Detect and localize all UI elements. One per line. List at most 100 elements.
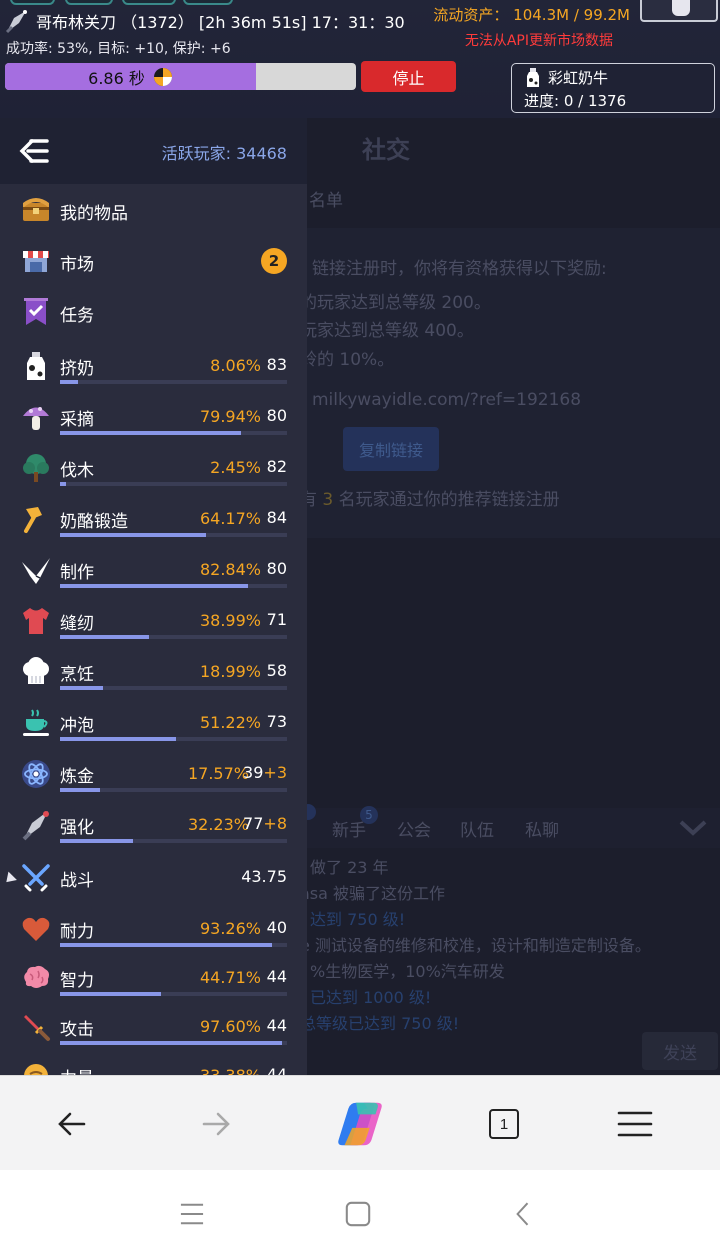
- liquid-assets: 流动资产： 104.3M / 99.2M: [433, 6, 630, 24]
- skill-level: 80: [266, 406, 287, 425]
- skill-brewing[interactable]: 冲泡 51.22% 73: [0, 701, 307, 752]
- chat-line: 达到 750 级!: [310, 910, 406, 929]
- send-button[interactable]: 发送: [642, 1032, 718, 1070]
- tree-icon: [23, 454, 49, 482]
- notification-badge: 2: [261, 248, 287, 274]
- menu-icon: [617, 1111, 653, 1137]
- current-task-panel[interactable]: 彩虹奶牛 进度: 0 / 1376: [511, 63, 715, 113]
- chevron-down-icon[interactable]: [678, 818, 708, 838]
- skill-label: 缝纫: [60, 614, 94, 634]
- skill-stamina[interactable]: 耐力 93.26% 40: [0, 907, 307, 958]
- back-arrow-icon: [58, 1112, 86, 1136]
- chat-line: 已达到 1000 级!: [310, 988, 432, 1007]
- teacup-icon: [23, 709, 49, 736]
- skill-label: 强化: [60, 818, 94, 838]
- skill-level: 58: [266, 661, 287, 680]
- skill-label: 奶酪锻造: [60, 512, 128, 532]
- skill-level: 40: [266, 918, 287, 937]
- expand-triangle-icon[interactable]: [2, 871, 17, 887]
- copy-link-button[interactable]: 复制链接: [343, 427, 439, 471]
- navigation-sidebar: 活跃玩家: 34468 我的物品 市场 2 任务 挤奶 8.06% 83 采摘 …: [0, 118, 307, 1075]
- skill-foraging[interactable]: 采摘 79.94% 80: [0, 395, 307, 446]
- api-warning: 无法从API更新市场数据: [464, 33, 613, 49]
- tab-list-partial: 名单: [309, 191, 343, 211]
- sidebar-item-label: 我的物品: [60, 204, 128, 224]
- skill-combat-group[interactable]: 战斗 43.75: [0, 856, 307, 907]
- chat-tab-party[interactable]: 队伍: [460, 816, 494, 841]
- enhance-sword-icon: [5, 10, 27, 34]
- stop-button[interactable]: 停止: [361, 61, 456, 92]
- skill-tailoring[interactable]: 缝纫 38.99% 71: [0, 599, 307, 650]
- skill-label: 冲泡: [60, 716, 94, 736]
- skill-xp-bar: [60, 839, 287, 843]
- sidebar-item-label: 市场: [60, 255, 94, 275]
- paper-crane-icon: [22, 558, 50, 584]
- chat-tab-guild[interactable]: 公会: [397, 816, 431, 841]
- skill-level: 71: [266, 610, 287, 629]
- recents-icon: [180, 1203, 204, 1225]
- skill-cooking[interactable]: 烹饪 18.99% 58: [0, 650, 307, 701]
- sidebar-item-inventory[interactable]: 我的物品: [0, 186, 307, 236]
- skill-xp-bar: [60, 533, 287, 537]
- skill-alchemy[interactable]: 炼金 17.57% 39+3: [0, 752, 307, 803]
- chat-tab-badge: 5: [360, 806, 378, 824]
- skill-crafting[interactable]: 制作 82.84% 80: [0, 548, 307, 599]
- skill-xp-bar: [60, 737, 287, 741]
- skill-level: 82: [266, 457, 287, 476]
- forward-button[interactable]: [192, 1100, 240, 1148]
- sidebar-item-label: 任务: [60, 306, 94, 326]
- chat-tab-whisper[interactable]: 私聊: [525, 816, 559, 841]
- skill-xp-percent: 32.23%: [187, 815, 249, 834]
- back-nav-button[interactable]: [503, 1196, 543, 1232]
- avatar[interactable]: [640, 0, 718, 22]
- skill-level: 39+3: [243, 763, 287, 782]
- sidebar-item-tasks[interactable]: 任务: [0, 288, 307, 338]
- timer-icon: [153, 67, 172, 86]
- skill-woodcutting[interactable]: 伐木 2.45% 82: [0, 446, 307, 497]
- skill-level: 80: [266, 559, 287, 578]
- copilot-button[interactable]: [330, 1094, 390, 1154]
- chat-line: asa 被骗了这份工作: [300, 884, 446, 903]
- skill-milking[interactable]: 挤奶 8.06% 83: [0, 344, 307, 395]
- collapse-sidebar-icon[interactable]: [18, 135, 50, 167]
- skill-cheesesmithing[interactable]: 奶酪锻造 64.17% 84: [0, 497, 307, 548]
- skill-xp-bar: [60, 992, 287, 996]
- referral-intro: 链接注册时，你将有资格获得以下奖励:: [312, 259, 607, 279]
- forward-arrow-icon: [202, 1112, 230, 1136]
- sidebar-item-market[interactable]: 市场 2: [0, 237, 307, 287]
- milk-bottle-icon: [527, 67, 539, 87]
- skill-label: 炼金: [60, 767, 94, 787]
- home-button[interactable]: [338, 1196, 378, 1232]
- chest-icon: [23, 198, 49, 221]
- skill-label: 耐力: [60, 922, 94, 942]
- back-button[interactable]: [48, 1100, 96, 1148]
- skill-xp-percent: 79.94%: [199, 407, 261, 426]
- skill-xp-percent: 64.17%: [199, 509, 261, 528]
- enhance-stats: 成功率: 53%, 目标: +10, 保护: +6: [6, 41, 231, 57]
- skill-intelligence[interactable]: 智力 44.71% 44: [0, 956, 307, 1007]
- system-navigation-bar: [0, 1170, 720, 1257]
- skill-label: 采摘: [60, 410, 94, 430]
- skill-level: 77+8: [243, 814, 287, 833]
- skill-xp-percent: 93.26%: [199, 919, 261, 938]
- referral-count: 3: [322, 490, 334, 510]
- skill-xp-percent: 82.84%: [199, 560, 261, 579]
- skill-xp-percent: 2.45%: [210, 458, 261, 477]
- skill-attack[interactable]: 攻击 97.60% 44: [0, 1005, 307, 1056]
- skill-power[interactable]: 力量 33.38% 44: [0, 1054, 307, 1075]
- mushroom-icon: [23, 407, 49, 430]
- skill-xp-percent: 18.99%: [199, 662, 261, 681]
- chat-line: 做了 23 年: [310, 858, 389, 877]
- skill-xp-bar: [60, 943, 287, 947]
- recents-button[interactable]: [172, 1196, 212, 1232]
- current-task-name: 彩虹奶牛: [548, 69, 609, 87]
- skill-enhancing[interactable]: 强化 32.23% 77+8: [0, 803, 307, 854]
- tabs-button[interactable]: 1: [480, 1100, 528, 1148]
- action-progress-bar: 6.86 秒: [5, 63, 356, 90]
- brain-icon: [24, 965, 49, 988]
- skill-level: 84: [266, 508, 287, 527]
- combat-level: 43.75: [241, 867, 287, 886]
- referral-reward-1: 的玩家达到总等级 200。: [300, 293, 491, 313]
- menu-button[interactable]: [611, 1100, 659, 1148]
- skill-label: 挤奶: [60, 359, 94, 379]
